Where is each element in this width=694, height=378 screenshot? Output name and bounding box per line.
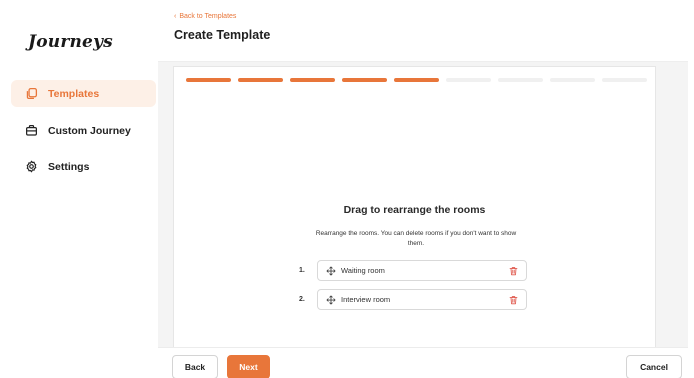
progress-segment xyxy=(498,78,543,82)
progress-segment xyxy=(602,78,647,82)
progress-bar xyxy=(186,78,647,82)
sidebar-item-custom-journey[interactable]: Custom Journey xyxy=(11,117,156,144)
copy-icon xyxy=(26,87,38,100)
progress-segment xyxy=(394,78,439,82)
step-card: Drag to rearrange the rooms Rearrange th… xyxy=(173,66,656,347)
progress-segment xyxy=(342,78,387,82)
sidebar-item-templates[interactable]: Templates xyxy=(11,80,156,107)
progress-segment xyxy=(550,78,595,82)
back-to-templates-link[interactable]: ‹ Back to Templates xyxy=(174,13,236,20)
sidebar-item-settings[interactable]: Settings xyxy=(11,153,156,180)
sidebar: Journeys Templates Custom Journey Settin… xyxy=(8,6,158,378)
room-number: 1. xyxy=(299,267,305,274)
page-header: ‹ Back to Templates Create Template xyxy=(158,6,688,62)
room-item-waiting-room[interactable]: Waiting room xyxy=(317,260,527,281)
progress-segment xyxy=(290,78,335,82)
step-title: Drag to rearrange the rooms xyxy=(343,204,486,216)
footer-bar: Back Next Cancel xyxy=(158,347,688,378)
room-name: Interview room xyxy=(341,295,391,304)
room-number: 2. xyxy=(299,296,305,303)
back-link-label: Back to Templates xyxy=(179,13,237,20)
sidebar-item-label: Custom Journey xyxy=(48,124,131,137)
room-name: Waiting room xyxy=(341,266,385,275)
briefcase-icon xyxy=(26,125,37,136)
trash-icon[interactable] xyxy=(509,266,518,276)
next-button[interactable]: Next xyxy=(227,355,270,378)
gear-icon xyxy=(26,160,37,173)
room-row: 2. Interview room xyxy=(299,289,527,310)
sidebar-item-label: Templates xyxy=(48,87,100,100)
drag-handle-icon[interactable] xyxy=(326,295,336,305)
room-item-interview-room[interactable]: Interview room xyxy=(317,289,527,310)
page-title: Create Template xyxy=(174,28,271,42)
cancel-button[interactable]: Cancel xyxy=(626,355,682,378)
room-row: 1. Waiting room xyxy=(299,260,527,281)
sidebar-item-label: Settings xyxy=(48,160,90,173)
drag-handle-icon[interactable] xyxy=(326,266,336,276)
progress-segment xyxy=(446,78,491,82)
chevron-left-icon: ‹ xyxy=(174,13,177,20)
trash-icon[interactable] xyxy=(509,295,518,305)
app-logo: Journeys xyxy=(28,32,113,52)
progress-segment xyxy=(238,78,283,82)
progress-segment xyxy=(186,78,231,82)
back-button[interactable]: Back xyxy=(172,355,218,378)
step-description: Rearrange the rooms. You can delete room… xyxy=(315,230,517,247)
